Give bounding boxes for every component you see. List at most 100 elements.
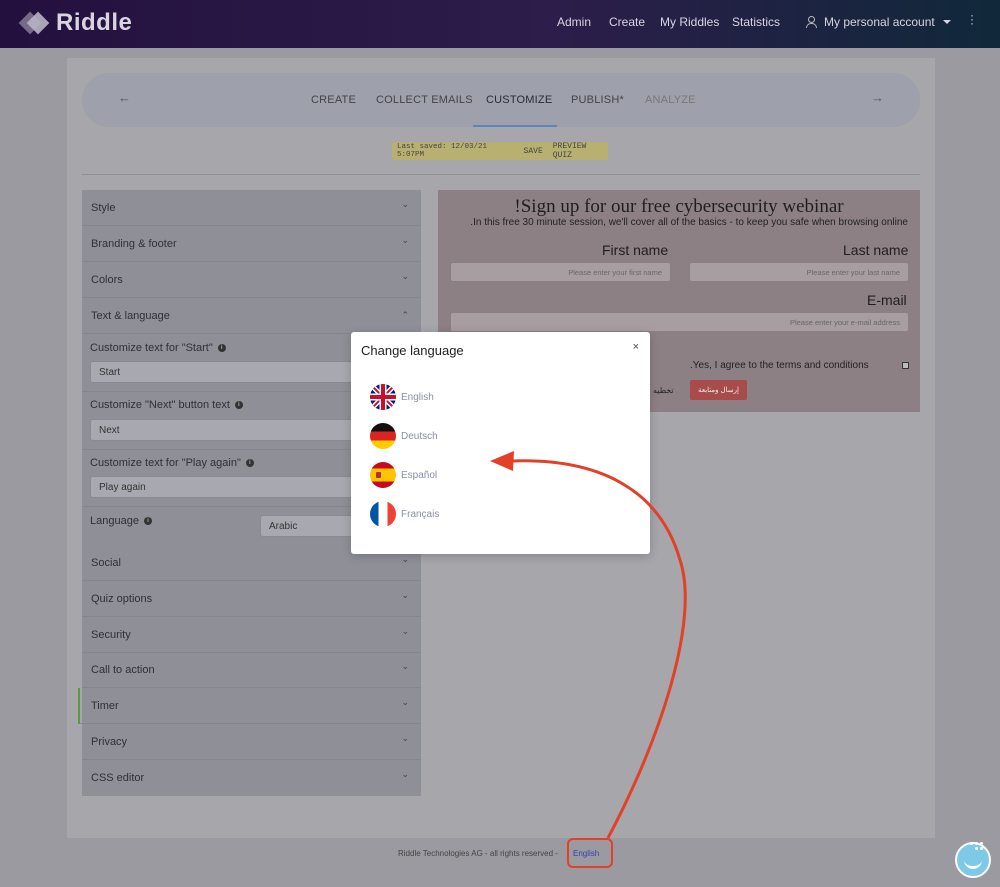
language-option-francais[interactable]: Français	[370, 501, 439, 527]
info-icon[interactable]: i	[217, 344, 226, 352]
user-icon	[806, 16, 817, 28]
email-input[interactable]: Please enter your e-mail address	[451, 313, 908, 331]
modal-title: Change language	[361, 343, 464, 358]
language-option-english[interactable]: English	[370, 384, 434, 410]
section-quiz-options[interactable]: Quiz options ⌄	[82, 581, 421, 617]
last-name-input[interactable]: Please enter your last name	[690, 263, 908, 281]
preview-subtitle: .In this free 30 minute session, we'll c…	[470, 217, 908, 228]
skip-link[interactable]: تخطيه	[653, 386, 674, 395]
section-label: Style	[91, 202, 116, 214]
france-flag-icon	[370, 501, 396, 527]
section-call-to-action[interactable]: Call to action ⌄	[82, 652, 421, 688]
chevron-down-icon: ⌄	[401, 626, 409, 636]
account-menu[interactable]: My personal account	[806, 15, 951, 29]
section-label: Timer	[91, 700, 119, 712]
preview-title: !Sign up for our free cybersecurity webi…	[514, 196, 844, 217]
first-name-input[interactable]: Please enter your first name	[451, 263, 670, 281]
next-text-label: Customize "Next" button text i	[90, 399, 243, 411]
info-icon[interactable]: i	[245, 459, 254, 467]
submit-button[interactable]: إرسال ومتابعة	[690, 380, 747, 400]
email-label: E-mail	[867, 292, 907, 308]
chevron-down-icon: ⌄	[401, 590, 409, 600]
arrow-left-icon[interactable]: ←	[118, 90, 131, 105]
section-label: Call to action	[91, 664, 155, 676]
section-css-editor[interactable]: CSS editor ⌄	[82, 760, 421, 796]
section-colors[interactable]: Colors ⌄	[82, 262, 421, 298]
start-text-input[interactable]: Start	[90, 361, 360, 383]
section-style[interactable]: Style ⌄	[82, 190, 421, 226]
section-text-language[interactable]: Text & language ⌃	[82, 298, 421, 334]
section-label: Quiz options	[91, 593, 153, 605]
riddle-logo[interactable]: Riddle	[18, 9, 132, 36]
section-label: Text & language	[91, 310, 170, 322]
play-again-input[interactable]: Play again	[90, 476, 360, 498]
next-text-input[interactable]: Next	[90, 419, 360, 441]
uk-flag-icon	[370, 384, 396, 410]
chevron-down-icon: ⌄	[401, 661, 409, 671]
preview-quiz-button[interactable]: PREVIEW QUIZ	[553, 142, 608, 160]
annotation-highlight-box	[567, 838, 613, 868]
nav-my-riddles[interactable]: My Riddles	[660, 15, 719, 29]
first-name-label: First name	[602, 242, 669, 258]
nav-admin[interactable]: Admin	[557, 15, 591, 29]
section-label: Branding & footer	[91, 238, 177, 250]
save-button[interactable]: SAVE	[524, 147, 543, 156]
language-name: Deutsch	[401, 430, 438, 442]
section-branding-footer[interactable]: Branding & footer ⌄	[82, 226, 421, 262]
footer-copyright: Riddle Technologies AG - all rights rese…	[398, 849, 558, 858]
section-privacy[interactable]: Privacy ⌄	[82, 724, 421, 760]
language-option-deutsch[interactable]: Deutsch	[370, 423, 438, 449]
nav-statistics[interactable]: Statistics	[732, 15, 780, 29]
chevron-down-icon: ⌄	[401, 733, 409, 743]
more-vertical-icon[interactable]: · · ·	[970, 9, 974, 29]
chat-dots-icon	[968, 840, 988, 856]
last-name-label: Last name	[843, 242, 909, 258]
step-create[interactable]: CREATE	[311, 94, 356, 106]
chevron-down-icon: ⌄	[401, 235, 409, 245]
language-option-espanol[interactable]: Español	[370, 462, 437, 488]
start-text-label-text: Customize text for "Start"	[90, 342, 213, 354]
section-timer[interactable]: Timer ⌄	[78, 688, 421, 724]
language-name: English	[401, 391, 434, 403]
terms-checkbox[interactable]	[902, 362, 909, 369]
step-analyze[interactable]: ANALYZE	[645, 94, 696, 106]
divider	[82, 174, 920, 175]
language-label-text: Language	[90, 515, 139, 527]
germany-flag-icon	[370, 423, 396, 449]
chevron-down-icon: ⌄	[401, 697, 409, 707]
change-language-modal: Change language × English Deutsch Españo…	[351, 332, 650, 554]
active-step-indicator	[473, 125, 557, 127]
play-again-label: Customize text for "Play again" i	[90, 457, 254, 469]
arrow-right-icon[interactable]: →	[871, 90, 884, 105]
language-label: Language i	[90, 515, 152, 527]
save-bar: Last saved: 12/03/21 5:07PM SAVE PREVIEW…	[392, 142, 608, 160]
next-text-label-text: Customize "Next" button text	[90, 399, 230, 411]
step-customize[interactable]: CUSTOMIZE	[486, 94, 552, 106]
chevron-down-icon: ⌄	[401, 271, 409, 281]
info-icon[interactable]: i	[143, 517, 152, 525]
play-again-label-text: Customize text for "Play again"	[90, 457, 241, 469]
chevron-down-icon	[942, 20, 951, 24]
step-collect-emails[interactable]: COLLECT EMAILS	[376, 94, 473, 106]
chevron-down-icon: ⌄	[401, 199, 409, 209]
last-saved-text: Last saved: 12/03/21 5:07PM	[397, 143, 488, 159]
nav-create[interactable]: Create	[609, 15, 645, 29]
section-label: Social	[91, 557, 121, 569]
language-name: Français	[401, 508, 440, 520]
chevron-down-icon: ⌄	[401, 769, 409, 779]
step-publish[interactable]: PUBLISH*	[571, 94, 624, 106]
chevron-down-icon: ⌄	[401, 554, 409, 564]
section-label: Privacy	[91, 736, 128, 748]
info-icon[interactable]: i	[234, 401, 243, 409]
section-security[interactable]: Security ⌄	[82, 617, 421, 653]
section-label: CSS editor	[91, 772, 145, 784]
spain-flag-icon	[370, 462, 396, 488]
logo-mark-icon	[18, 11, 50, 35]
language-name: Español	[401, 469, 438, 481]
account-label: My personal account	[824, 15, 935, 29]
language-select[interactable]: Arabic	[260, 515, 360, 537]
section-label: Security	[91, 629, 131, 641]
close-icon[interactable]: ×	[633, 341, 639, 353]
section-label: Colors	[91, 274, 123, 286]
terms-text: .Yes, I agree to the terms and condition…	[690, 360, 869, 371]
